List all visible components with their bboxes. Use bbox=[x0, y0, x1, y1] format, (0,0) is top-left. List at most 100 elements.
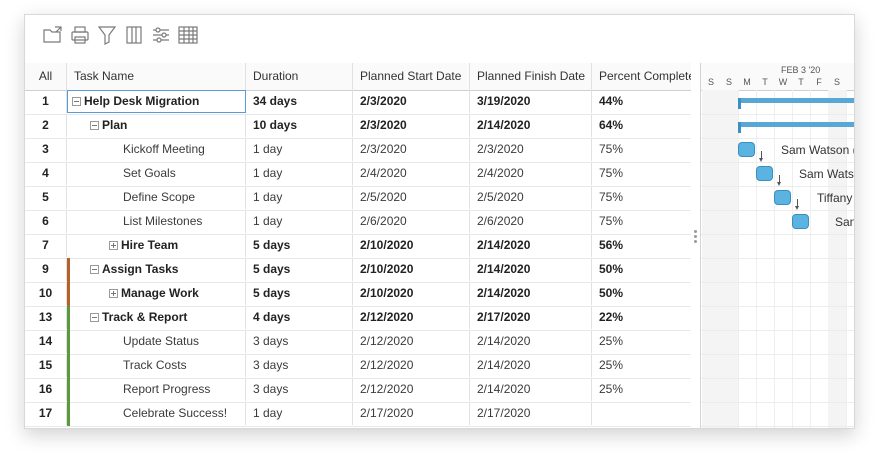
cell-start[interactable]: 2/12/2020 bbox=[353, 306, 470, 329]
row-id[interactable]: 16 bbox=[25, 378, 67, 401]
cell-percent[interactable]: 50% bbox=[592, 258, 691, 281]
cell-name[interactable]: Define Scope bbox=[67, 186, 246, 209]
row-id[interactable]: 5 bbox=[25, 186, 67, 209]
table-row[interactable]: 4 Set Goals 1 day 2/4/2020 2/4/2020 75% bbox=[25, 162, 691, 187]
cell-percent[interactable]: 25% bbox=[592, 330, 691, 353]
table-row[interactable]: 6 List Milestones 1 day 2/6/2020 2/6/2020 75% bbox=[25, 210, 691, 235]
cell-start[interactable]: 2/4/2020 bbox=[353, 162, 470, 185]
cell-percent[interactable]: 75% bbox=[592, 186, 691, 209]
row-id[interactable]: 2 bbox=[25, 114, 67, 137]
row-id[interactable]: 6 bbox=[25, 210, 67, 233]
cell-percent[interactable]: 25% bbox=[592, 378, 691, 401]
column-header-planned-start[interactable]: Planned Start Date bbox=[353, 63, 470, 90]
cell-name[interactable]: Update Status bbox=[67, 330, 246, 353]
cell-name[interactable]: Track & Report bbox=[67, 306, 246, 329]
cell-finish[interactable]: 2/14/2020 bbox=[470, 282, 592, 305]
column-header-duration[interactable]: Duration bbox=[246, 63, 353, 90]
cell-start[interactable]: 2/3/2020 bbox=[353, 114, 470, 137]
collapse-icon[interactable] bbox=[90, 121, 99, 130]
column-header-planned-finish[interactable]: Planned Finish Date bbox=[470, 63, 592, 90]
cell-percent[interactable]: 22% bbox=[592, 306, 691, 329]
gantt-task-bar[interactable] bbox=[774, 190, 791, 205]
cell-finish[interactable]: 2/14/2020 bbox=[470, 354, 592, 377]
cell-duration[interactable]: 34 days bbox=[246, 90, 353, 113]
table-row[interactable]: 7 Hire Team 5 days 2/10/2020 2/14/2020 56% bbox=[25, 234, 691, 259]
gantt-task-bar[interactable] bbox=[756, 166, 773, 181]
collapse-icon[interactable] bbox=[72, 97, 81, 106]
table-row[interactable]: 9 Assign Tasks 5 days 2/10/2020 2/14/2020 50% bbox=[25, 258, 691, 283]
cell-duration[interactable]: 1 day bbox=[246, 138, 353, 161]
cell-start[interactable]: 2/6/2020 bbox=[353, 210, 470, 233]
cell-finish[interactable]: 2/14/2020 bbox=[470, 378, 592, 401]
row-id[interactable]: 9 bbox=[25, 258, 67, 281]
cell-finish[interactable]: 2/5/2020 bbox=[470, 186, 592, 209]
column-header-task-name[interactable]: Task Name bbox=[67, 63, 246, 90]
cell-duration[interactable]: 5 days bbox=[246, 282, 353, 305]
cell-name[interactable]: Track Costs bbox=[67, 354, 246, 377]
cell-name[interactable]: Plan bbox=[67, 114, 246, 137]
cell-name[interactable]: Help Desk Migration bbox=[67, 90, 246, 113]
table-row[interactable]: 14 Update Status 3 days 2/12/2020 2/14/2020 2… bbox=[25, 330, 691, 355]
cell-start[interactable]: 2/3/2020 bbox=[353, 138, 470, 161]
cell-name[interactable]: List Milestones bbox=[67, 210, 246, 233]
print-icon[interactable] bbox=[69, 24, 91, 46]
cell-name[interactable]: Kickoff Meeting bbox=[67, 138, 246, 161]
row-id[interactable]: 13 bbox=[25, 306, 67, 329]
row-id[interactable]: 15 bbox=[25, 354, 67, 377]
cell-duration[interactable]: 1 day bbox=[246, 402, 353, 425]
cell-percent[interactable]: 25% bbox=[592, 354, 691, 377]
cell-finish[interactable]: 2/17/2020 bbox=[470, 306, 592, 329]
cell-duration[interactable]: 5 days bbox=[246, 258, 353, 281]
cell-finish[interactable]: 2/14/2020 bbox=[470, 258, 592, 281]
cell-finish[interactable]: 2/3/2020 bbox=[470, 138, 592, 161]
cell-start[interactable]: 2/3/2020 bbox=[353, 90, 470, 113]
gantt-summary-bar[interactable] bbox=[738, 122, 854, 133]
expand-icon[interactable] bbox=[109, 289, 118, 298]
cell-finish[interactable]: 2/17/2020 bbox=[470, 402, 592, 425]
table-row[interactable]: 10 Manage Work 5 days 2/10/2020 2/14/2020 50% bbox=[25, 282, 691, 307]
filter-icon[interactable] bbox=[96, 24, 118, 46]
gantt-summary-bar[interactable] bbox=[738, 98, 854, 109]
table-row[interactable]: 16 Report Progress 3 days 2/12/2020 2/14/202… bbox=[25, 378, 691, 403]
cell-start[interactable]: 2/10/2020 bbox=[353, 282, 470, 305]
cell-duration[interactable]: 5 days bbox=[246, 234, 353, 257]
cell-start[interactable]: 2/10/2020 bbox=[353, 258, 470, 281]
cell-name[interactable]: Assign Tasks bbox=[67, 258, 246, 281]
table-row[interactable]: 5 Define Scope 1 day 2/5/2020 2/5/2020 75% bbox=[25, 186, 691, 211]
row-id[interactable]: 1 bbox=[25, 90, 67, 113]
cell-finish[interactable]: 2/14/2020 bbox=[470, 330, 592, 353]
cell-start[interactable]: 2/17/2020 bbox=[353, 402, 470, 425]
cell-start[interactable]: 2/12/2020 bbox=[353, 330, 470, 353]
cell-duration[interactable]: 10 days bbox=[246, 114, 353, 137]
cell-name[interactable]: Hire Team bbox=[67, 234, 246, 257]
cell-percent[interactable]: 50% bbox=[592, 282, 691, 305]
cell-name[interactable]: Set Goals bbox=[67, 162, 246, 185]
cell-start[interactable]: 2/10/2020 bbox=[353, 234, 470, 257]
column-header-percent-complete[interactable]: Percent Complete bbox=[592, 63, 691, 90]
cell-name[interactable]: Manage Work bbox=[67, 282, 246, 305]
cell-percent[interactable]: 64% bbox=[592, 114, 691, 137]
cell-finish[interactable]: 2/4/2020 bbox=[470, 162, 592, 185]
cell-start[interactable]: 2/12/2020 bbox=[353, 354, 470, 377]
cell-finish[interactable]: 2/6/2020 bbox=[470, 210, 592, 233]
row-id[interactable]: 3 bbox=[25, 138, 67, 161]
table-icon[interactable] bbox=[177, 24, 199, 46]
table-row[interactable]: 13 Track & Report 4 days 2/12/2020 2/17/2020… bbox=[25, 306, 691, 331]
cell-percent[interactable]: 44% bbox=[592, 90, 691, 113]
cell-name[interactable]: Report Progress bbox=[67, 378, 246, 401]
collapse-icon[interactable] bbox=[90, 265, 99, 274]
table-row[interactable]: 15 Track Costs 3 days 2/12/2020 2/14/2020 25% bbox=[25, 354, 691, 379]
cell-percent[interactable]: 56% bbox=[592, 234, 691, 257]
cell-finish[interactable]: 2/14/2020 bbox=[470, 234, 592, 257]
cell-name[interactable]: Celebrate Success! bbox=[67, 402, 246, 425]
cell-finish[interactable]: 2/14/2020 bbox=[470, 114, 592, 137]
cell-duration[interactable]: 4 days bbox=[246, 306, 353, 329]
cell-duration[interactable]: 3 days bbox=[246, 330, 353, 353]
column-header-all[interactable]: All bbox=[25, 63, 67, 90]
row-id[interactable]: 17 bbox=[25, 402, 67, 425]
cell-duration[interactable]: 1 day bbox=[246, 210, 353, 233]
cell-finish[interactable]: 3/19/2020 bbox=[470, 90, 592, 113]
row-id[interactable]: 7 bbox=[25, 234, 67, 257]
gantt-task-bar[interactable] bbox=[738, 142, 755, 157]
cell-duration[interactable]: 1 day bbox=[246, 186, 353, 209]
